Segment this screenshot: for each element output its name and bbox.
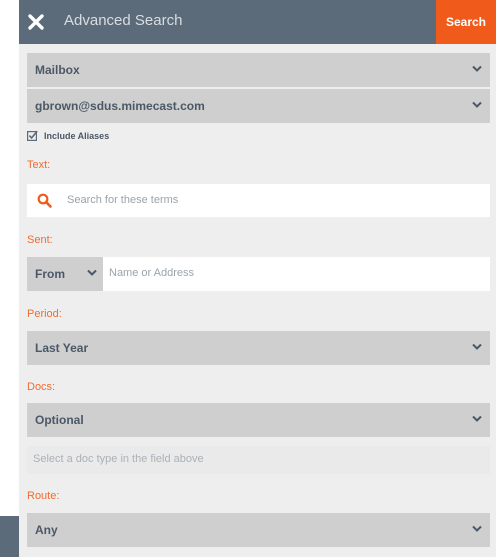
chevron-down-icon — [87, 269, 97, 276]
chevron-down-icon — [472, 65, 482, 72]
route-select[interactable]: Any — [27, 513, 490, 547]
address-placeholder: Name or Address — [109, 267, 194, 279]
advanced-search-panel: Advanced Search Search Mailbox gbrown@sd… — [19, 0, 496, 557]
docs-value: Optional — [35, 413, 84, 427]
sent-label: Sent: — [27, 234, 53, 246]
period-label: Period: — [27, 308, 62, 320]
text-label: Text: — [27, 159, 51, 171]
search-terms-placeholder: Search for these terms — [67, 194, 179, 206]
chevron-down-icon — [472, 101, 482, 108]
include-aliases-label: Include Aliases — [44, 131, 110, 141]
sent-direction-select[interactable]: From — [27, 257, 103, 291]
sent-direction-value: From — [35, 267, 65, 281]
chevron-down-icon — [472, 525, 482, 532]
header-bar: Advanced Search Search — [19, 0, 496, 44]
route-value: Any — [35, 523, 58, 537]
account-select[interactable]: gbrown@sdus.mimecast.com — [27, 89, 490, 123]
search-icon — [37, 193, 52, 208]
account-value: gbrown@sdus.mimecast.com — [35, 99, 205, 113]
chevron-down-icon — [472, 343, 482, 350]
docs-helper-text: Select a doc type in the field above — [33, 453, 204, 465]
mailbox-value: Mailbox — [35, 63, 80, 77]
period-select[interactable]: Last Year — [27, 331, 490, 365]
address-input[interactable]: Name or Address — [103, 257, 490, 291]
route-label: Route: — [27, 490, 60, 502]
background-strip — [0, 516, 19, 557]
search-terms-input[interactable]: Search for these terms — [27, 184, 490, 217]
mailbox-select[interactable]: Mailbox — [27, 53, 490, 87]
close-icon[interactable] — [25, 11, 47, 33]
docs-helper: Select a doc type in the field above — [27, 446, 490, 474]
chevron-down-icon — [472, 415, 482, 422]
search-button[interactable]: Search — [436, 0, 496, 44]
checkbox-checked-icon[interactable] — [27, 130, 38, 141]
period-value: Last Year — [35, 341, 89, 355]
docs-select[interactable]: Optional — [27, 403, 490, 437]
page-title: Advanced Search — [64, 12, 183, 29]
docs-label: Docs: — [27, 381, 56, 393]
